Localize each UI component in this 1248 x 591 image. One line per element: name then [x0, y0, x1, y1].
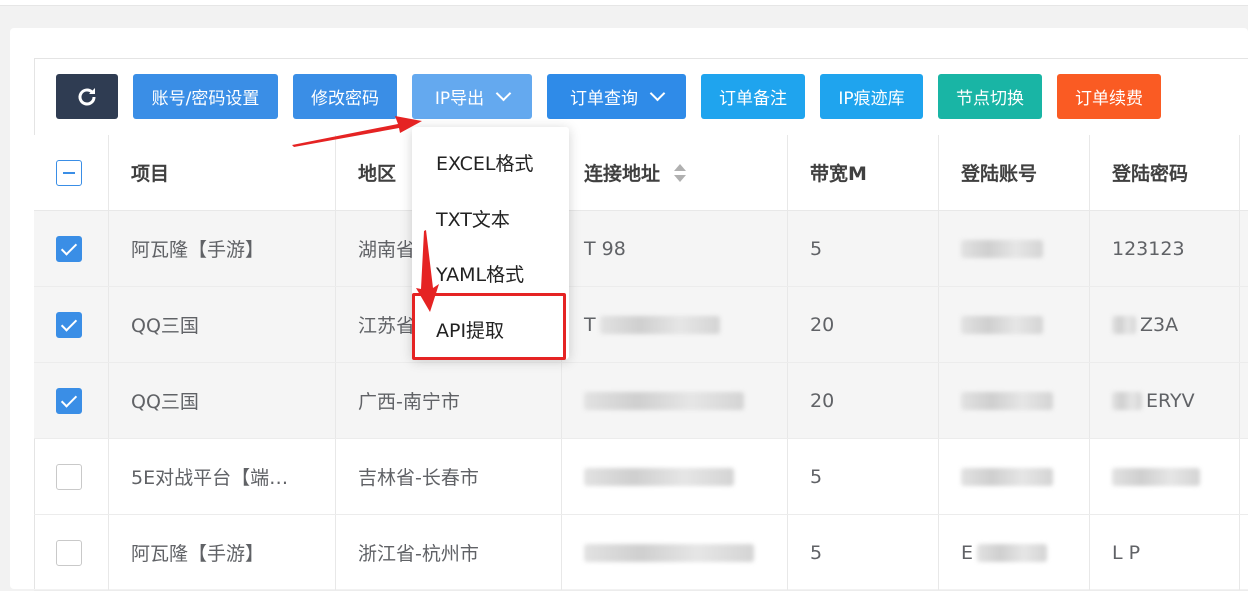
arrow-to-ip-export: [292, 116, 422, 147]
arrow-to-api-item: [416, 230, 439, 312]
annotation-arrows: [292, 116, 439, 312]
